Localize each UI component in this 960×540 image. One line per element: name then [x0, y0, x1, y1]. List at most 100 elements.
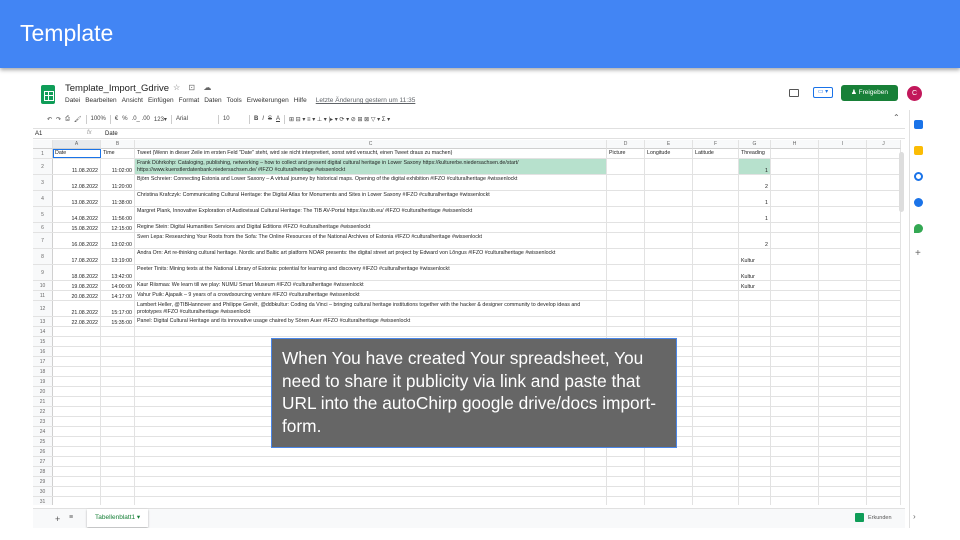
table-cell[interactable]: 13:42:00 — [101, 265, 135, 280]
print-icon[interactable]: ⎙ — [65, 116, 70, 123]
table-cell[interactable] — [135, 457, 607, 466]
table-cell[interactable] — [693, 427, 739, 436]
table-cell[interactable] — [771, 281, 819, 290]
table-cell[interactable] — [101, 347, 135, 356]
table-cell[interactable] — [693, 223, 739, 232]
table-cell[interactable] — [645, 487, 693, 496]
table-cell[interactable] — [739, 467, 771, 476]
tasks-icon[interactable] — [914, 172, 923, 181]
table-cell[interactable] — [739, 347, 771, 356]
table-cell[interactable] — [53, 487, 101, 496]
table-cell[interactable] — [867, 407, 901, 416]
text-color-button[interactable]: A — [276, 116, 280, 122]
table-cell[interactable] — [607, 159, 645, 174]
table-cell[interactable] — [739, 427, 771, 436]
table-cell[interactable]: Date — [53, 149, 101, 158]
column-header[interactable]: J — [867, 140, 901, 149]
table-cell[interactable] — [771, 327, 819, 336]
table-cell[interactable] — [693, 387, 739, 396]
menu-item[interactable]: Einfügen — [148, 97, 174, 104]
table-cell[interactable]: 13:19:00 — [101, 249, 135, 264]
collapse-menu-icon[interactable]: ⌃ — [893, 113, 900, 122]
table-cell[interactable]: 21.08.2022 — [53, 301, 101, 316]
table-cell[interactable]: 13:02:00 — [101, 233, 135, 248]
table-cell[interactable] — [607, 447, 645, 456]
table-cell[interactable] — [693, 437, 739, 446]
table-cell[interactable] — [867, 249, 901, 264]
table-cell[interactable] — [607, 327, 645, 336]
table-cell[interactable] — [771, 497, 819, 505]
formula-input[interactable]: Date — [105, 131, 118, 137]
row-number[interactable]: 3 — [33, 175, 53, 190]
table-cell[interactable]: 12:15:00 — [101, 223, 135, 232]
table-cell[interactable] — [101, 477, 135, 486]
number-format-select[interactable]: 123▾ — [154, 116, 167, 123]
table-cell[interactable] — [867, 347, 901, 356]
table-cell[interactable] — [101, 327, 135, 336]
sheet-tab[interactable]: Tabellenblatt1 ▾ — [87, 509, 149, 527]
last-edit-link[interactable]: Letzte Änderung gestern um 11:35 — [316, 97, 416, 104]
table-cell[interactable] — [819, 249, 867, 264]
table-cell[interactable] — [867, 317, 901, 326]
table-cell[interactable] — [771, 427, 819, 436]
table-cell[interactable] — [819, 191, 867, 206]
table-cell[interactable]: 13.08.2022 — [53, 191, 101, 206]
table-cell[interactable]: 14:17:00 — [101, 291, 135, 300]
table-cell[interactable]: 15.08.2022 — [53, 223, 101, 232]
table-cell[interactable] — [771, 207, 819, 222]
table-cell[interactable] — [101, 437, 135, 446]
table-cell[interactable] — [819, 347, 867, 356]
table-cell[interactable] — [101, 487, 135, 496]
table-cell[interactable] — [867, 291, 901, 300]
column-header[interactable]: F — [693, 140, 739, 149]
table-cell[interactable] — [645, 233, 693, 248]
table-cell[interactable]: 18.08.2022 — [53, 265, 101, 280]
table-cell[interactable] — [693, 337, 739, 346]
table-cell[interactable] — [645, 327, 693, 336]
table-cell[interactable]: 15:17:00 — [101, 301, 135, 316]
table-cell[interactable] — [53, 327, 101, 336]
table-cell[interactable] — [867, 159, 901, 174]
table-cell[interactable] — [607, 457, 645, 466]
table-cell[interactable]: Sven Lepa: Researching Your Roots from t… — [135, 233, 607, 248]
table-cell[interactable] — [819, 367, 867, 376]
strikethrough-button[interactable]: S — [268, 116, 272, 122]
expand-panel-icon[interactable]: › — [913, 512, 916, 521]
table-cell[interactable]: Kultur — [739, 249, 771, 264]
italic-button[interactable]: I — [262, 116, 264, 122]
table-cell[interactable]: 11:56:00 — [101, 207, 135, 222]
table-cell[interactable] — [135, 477, 607, 486]
table-cell[interactable] — [739, 291, 771, 300]
toolbar-more-tools[interactable]: ⊞ ⊟ ▾ ≡ ▾ ⊥ ▾ |▸ ▾ ⟳ ▾ ⊘ ⊞ ⊠ ▽ ▾ Σ ▾ — [289, 116, 390, 123]
table-cell[interactable] — [607, 487, 645, 496]
table-cell[interactable] — [53, 357, 101, 366]
column-header[interactable]: D — [607, 140, 645, 149]
table-cell[interactable] — [867, 457, 901, 466]
table-cell[interactable] — [771, 233, 819, 248]
table-cell[interactable] — [867, 357, 901, 366]
row-number[interactable]: 14 — [33, 327, 53, 336]
row-number[interactable]: 23 — [33, 417, 53, 426]
table-cell[interactable] — [819, 377, 867, 386]
font-size-select[interactable]: 10 — [223, 116, 245, 122]
table-cell[interactable] — [771, 337, 819, 346]
table-cell[interactable]: Latitude — [693, 149, 739, 158]
menu-item[interactable]: Erweiterungen — [247, 97, 289, 104]
row-number[interactable]: 17 — [33, 357, 53, 366]
document-title[interactable]: Template_Import_Gdrive — [65, 83, 169, 94]
table-cell[interactable] — [645, 223, 693, 232]
table-cell[interactable] — [819, 467, 867, 476]
table-cell[interactable] — [101, 447, 135, 456]
table-cell[interactable]: Regine Stein: Digital Humanities Service… — [135, 223, 607, 232]
table-cell[interactable] — [739, 377, 771, 386]
maps-icon[interactable] — [914, 224, 923, 233]
table-cell[interactable] — [771, 387, 819, 396]
table-cell[interactable] — [819, 457, 867, 466]
zoom-select[interactable]: 100% — [91, 116, 106, 122]
table-cell[interactable]: 19.08.2022 — [53, 281, 101, 290]
table-cell[interactable] — [645, 265, 693, 280]
table-cell[interactable] — [101, 407, 135, 416]
table-cell[interactable]: Kultur — [739, 281, 771, 290]
table-cell[interactable] — [867, 487, 901, 496]
table-cell[interactable] — [53, 367, 101, 376]
